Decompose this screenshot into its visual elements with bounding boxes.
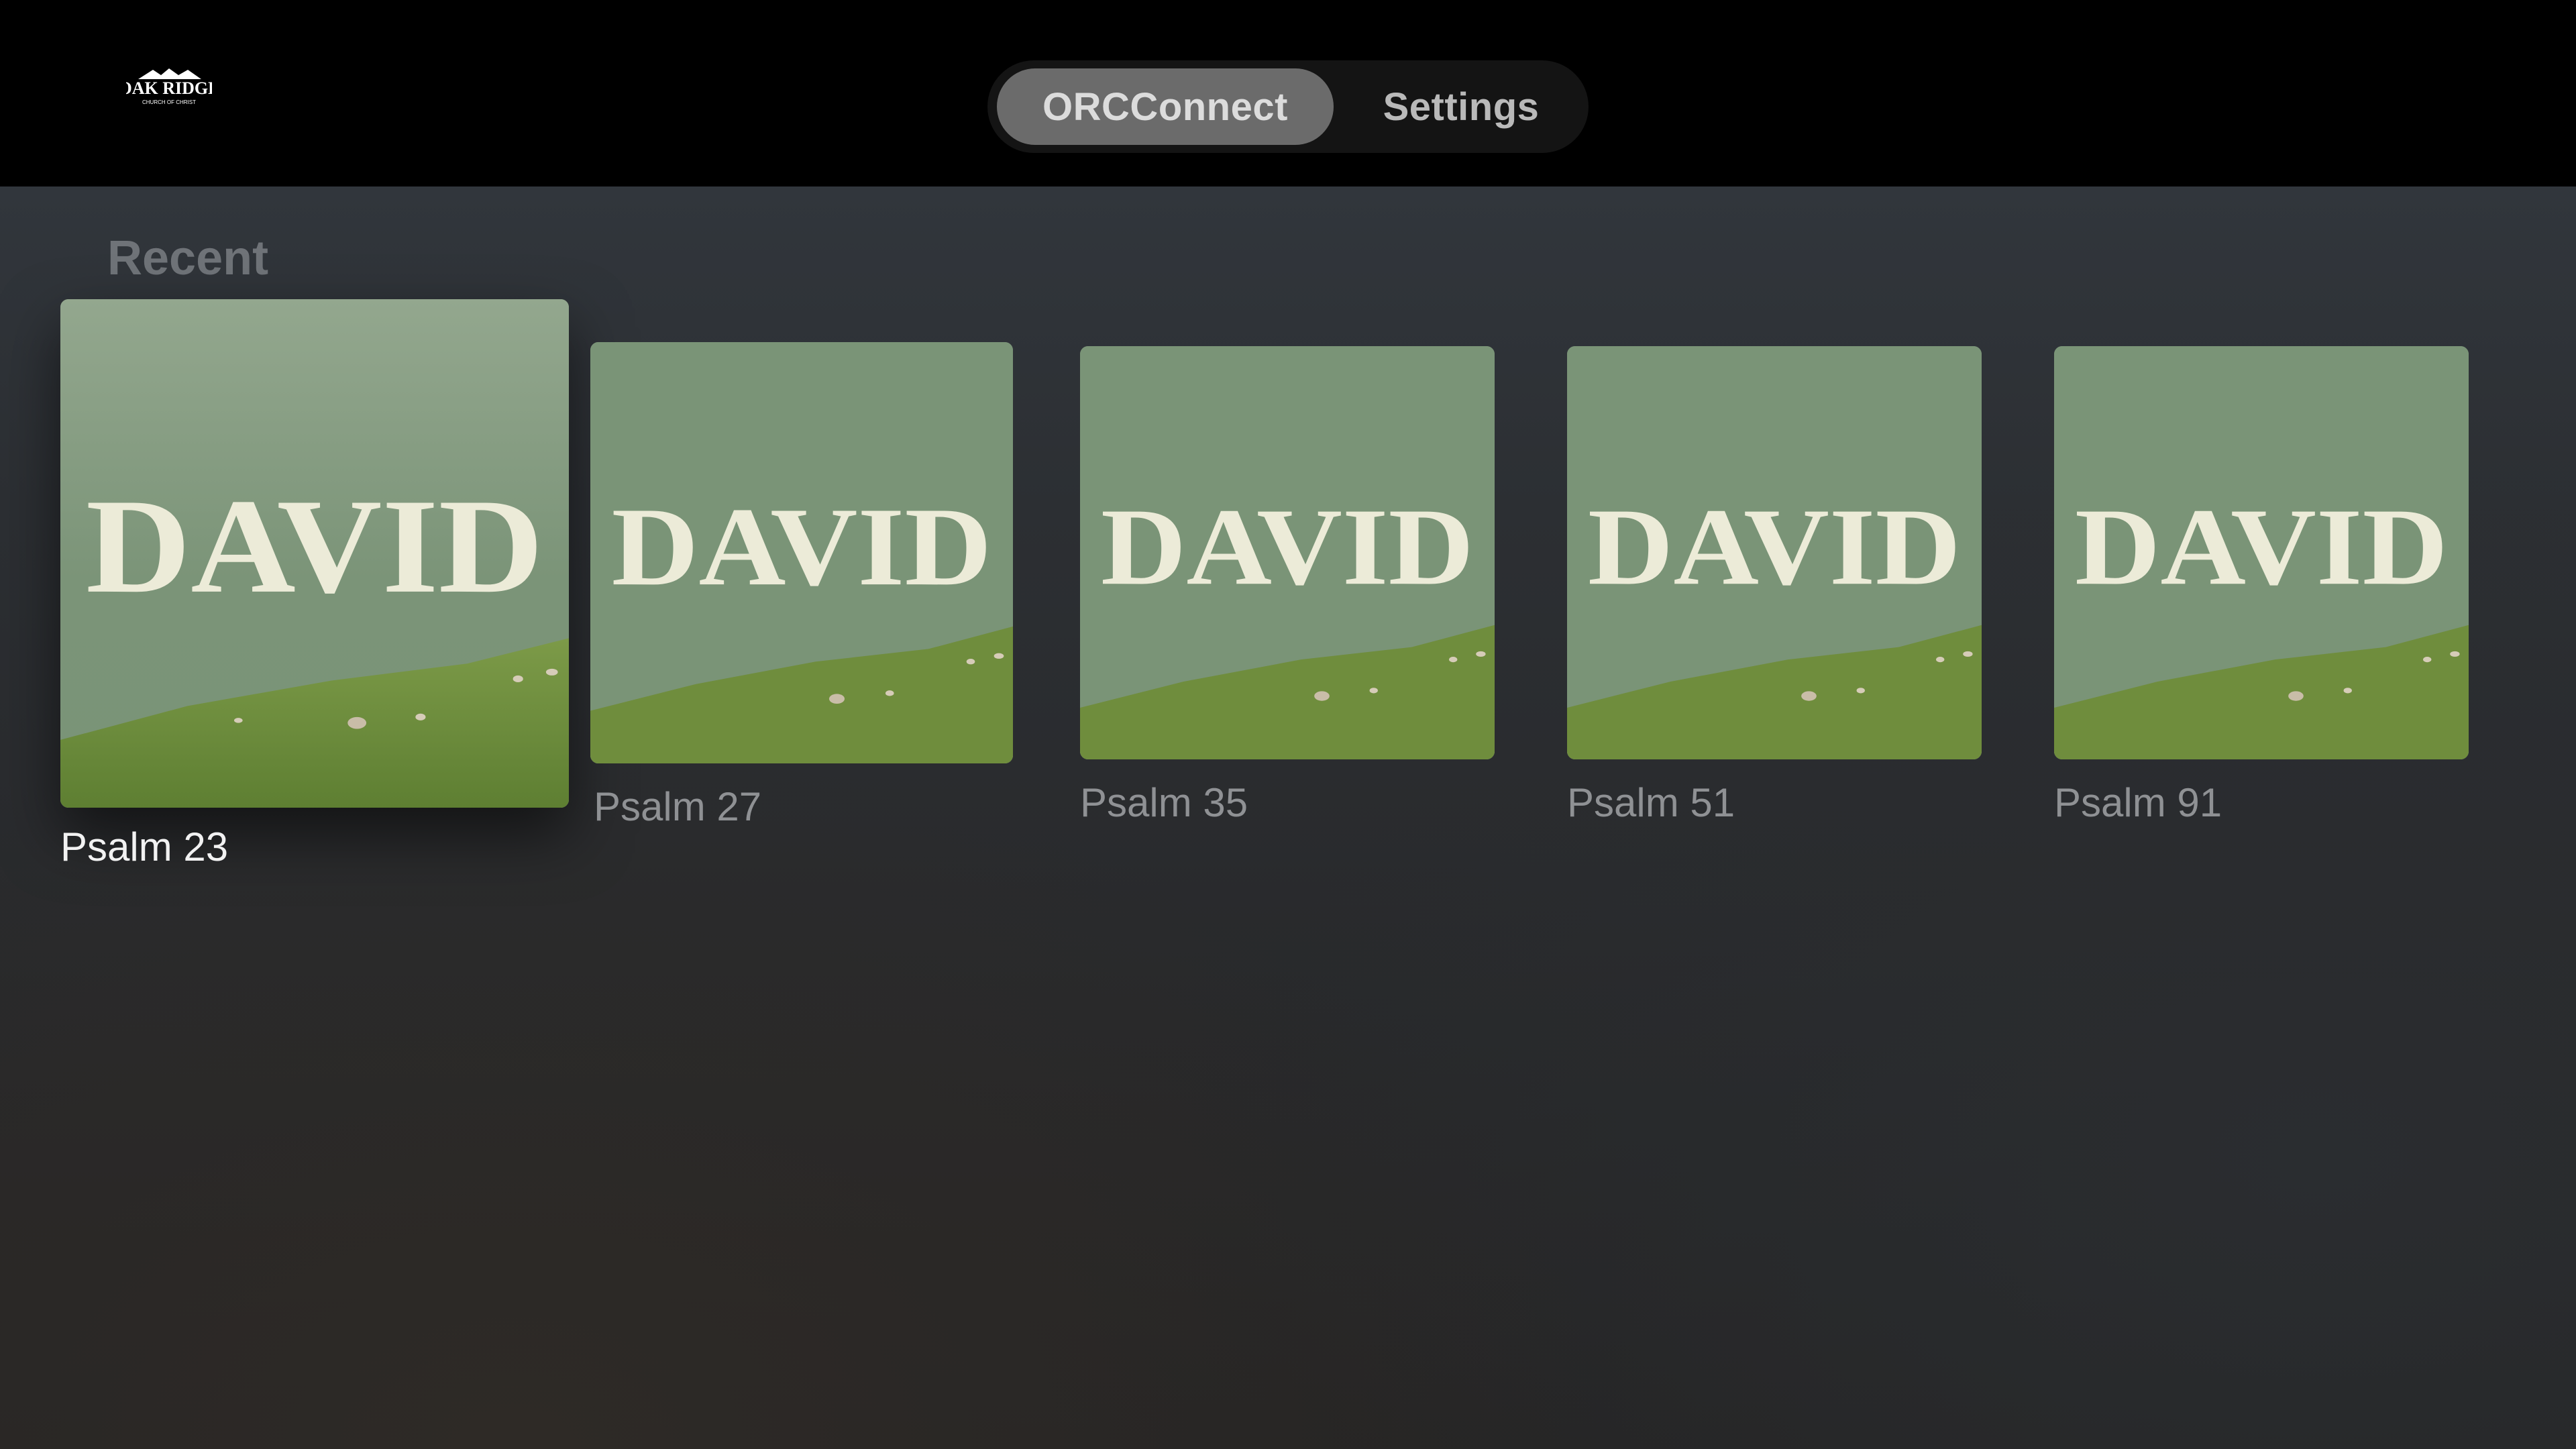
church-logo: OAK RIDGE CHURCH OF CHRIST — [126, 67, 212, 107]
poster-title: DAVID — [86, 471, 543, 621]
card-title: Psalm 91 — [2054, 780, 2222, 825]
section-title-recent: Recent — [107, 231, 269, 285]
card-title: Psalm 27 — [594, 784, 762, 829]
tab-settings-label: Settings — [1383, 85, 1540, 129]
poster-title: DAVID — [612, 485, 992, 609]
card-title: Psalm 23 — [60, 824, 229, 869]
poster-image: DAVID — [2054, 346, 2469, 759]
poster-title: DAVID — [2075, 485, 2448, 608]
tab-orcconnect[interactable]: ORCConnect — [997, 68, 1334, 145]
poster-image: DAVID — [60, 299, 569, 808]
poster-title: DAVID — [1588, 485, 1961, 608]
poster-image: DAVID — [590, 342, 1013, 763]
tab-bar: ORCConnect Settings — [987, 60, 1589, 153]
card-title: Psalm 51 — [1567, 780, 1735, 825]
poster-title: DAVID — [1101, 485, 1474, 608]
tab-orcconnect-label: ORCConnect — [1042, 85, 1288, 129]
tab-settings[interactable]: Settings — [1343, 68, 1579, 145]
card-title: Psalm 35 — [1080, 780, 1248, 825]
logo-text: OAK RIDGE — [126, 78, 212, 98]
poster-image: DAVID — [1080, 346, 1495, 759]
poster-image: DAVID — [1567, 346, 1982, 759]
logo-subtext: CHURCH OF CHRIST — [142, 99, 196, 105]
top-bar: OAK RIDGE CHURCH OF CHRIST ORCConnect Se… — [0, 0, 2576, 186]
